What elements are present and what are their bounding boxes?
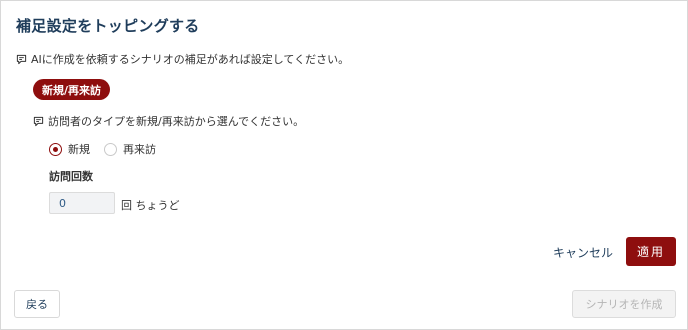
dialog-hint-text: AIに作成を依頼するシナリオの補足があれば設定してください。 — [31, 53, 350, 66]
topping-hint-text: 訪問者のタイプを新規/再来訪から選んでください。 — [48, 115, 305, 128]
apply-button[interactable]: 適用 — [626, 237, 676, 266]
message-edit-icon — [16, 54, 27, 64]
topping-tag[interactable]: 新規/再来訪 — [33, 79, 111, 100]
visit-count-label: 訪問回数 — [49, 170, 93, 183]
topping-hint: 訪問者のタイプを新規/再来訪から選んでください。 — [33, 113, 304, 129]
visit-count-unit: 回 ちょうど — [121, 199, 180, 212]
radio-returning-label[interactable]: 再来訪 — [123, 141, 156, 157]
radio-new[interactable] — [49, 142, 62, 156]
dialog-title: 補足設定をトッピングする — [16, 17, 200, 35]
cancel-button[interactable]: キャンセル — [553, 244, 613, 261]
message-edit-icon — [33, 116, 44, 126]
visitor-type-radio-group: 新規 再来訪 — [49, 141, 170, 157]
visit-count-input[interactable] — [49, 192, 115, 214]
dialog-hint: AIに作成を依頼するシナリオの補足があれば設定してください。 — [16, 51, 349, 67]
back-button[interactable]: 戻る — [14, 290, 60, 318]
topping-dialog: 補足設定をトッピングする AIに作成を依頼するシナリオの補足があれば設定してくだ… — [0, 0, 688, 330]
radio-returning[interactable] — [104, 142, 117, 156]
create-scenario-button[interactable]: シナリオを作成 — [572, 290, 676, 318]
radio-new-label[interactable]: 新規 — [68, 141, 90, 157]
